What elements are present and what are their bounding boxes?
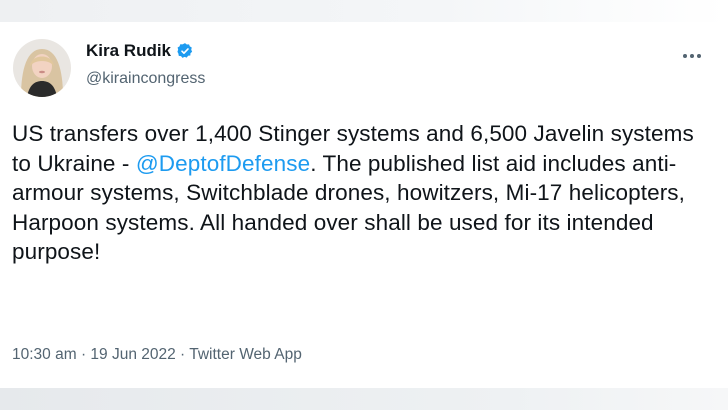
- tweet-source[interactable]: Twitter Web App: [189, 346, 302, 363]
- meta-separator: ·: [76, 346, 91, 363]
- author-handle[interactable]: @kiraincongress: [86, 70, 205, 88]
- verified-badge-icon: [176, 42, 194, 60]
- tweet-text: US transfers over 1,400 Stinger systems …: [12, 119, 712, 267]
- mention-link[interactable]: @DeptofDefense: [136, 151, 310, 176]
- author-avatar[interactable]: [13, 39, 71, 97]
- more-options-icon[interactable]: [680, 48, 704, 64]
- tweet-time[interactable]: 10:30 am: [12, 346, 77, 363]
- top-background-strip: [0, 0, 728, 22]
- tweet-metadata: 10:30 am · 19 Jun 2022 · Twitter Web App: [12, 346, 302, 364]
- author-name-row[interactable]: Kira Rudik: [86, 41, 194, 61]
- tweet-date[interactable]: 19 Jun 2022: [90, 346, 175, 363]
- bottom-background-strip: [0, 388, 728, 410]
- meta-separator: ·: [175, 346, 190, 363]
- avatar-image: [13, 39, 71, 97]
- author-name[interactable]: Kira Rudik: [86, 41, 171, 61]
